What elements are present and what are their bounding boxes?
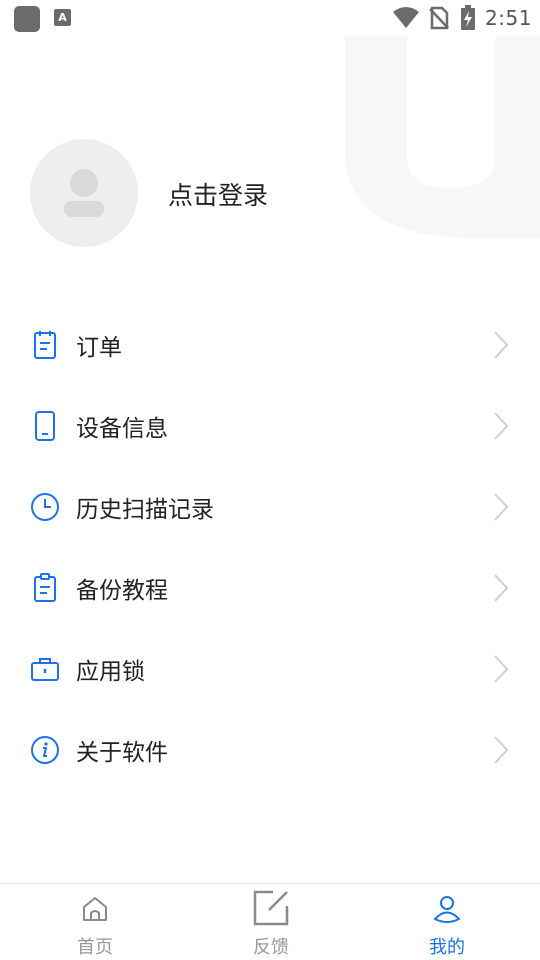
avatar[interactable]: [30, 139, 138, 247]
menu-item-label: 备份教程: [76, 578, 168, 604]
menu-item-label: 订单: [76, 335, 122, 361]
menu-item-scan-history[interactable]: 历史扫描记录: [0, 466, 540, 547]
login-link[interactable]: 点击登录: [168, 176, 268, 212]
chevron-right-icon: [494, 412, 509, 440]
tab-label: 反馈: [253, 937, 289, 958]
menu-item-label: 历史扫描记录: [76, 497, 214, 523]
briefcase-icon: [31, 658, 59, 681]
info-icon: [31, 736, 59, 764]
wifi-icon: [393, 7, 419, 28]
chevron-right-icon: [494, 736, 509, 764]
chevron-right-icon: [494, 574, 509, 602]
menu-item-app-lock[interactable]: 应用锁: [0, 628, 540, 709]
tab-home[interactable]: 首页: [35, 884, 155, 960]
clock-icon: [31, 493, 59, 521]
menu-item-label: 应用锁: [76, 659, 145, 685]
background-watermark: [345, 36, 540, 238]
app-notification-icon: [14, 6, 40, 32]
chevron-right-icon: [494, 493, 509, 521]
chevron-right-icon: [494, 655, 509, 683]
order-icon: [34, 331, 56, 359]
keyboard-notification-icon: A: [54, 9, 71, 26]
tab-label: 我的: [429, 937, 465, 958]
chevron-right-icon: [494, 331, 509, 359]
device-icon: [35, 411, 55, 441]
edit-icon: [253, 890, 289, 926]
menu-item-device-info[interactable]: 设备信息: [0, 385, 540, 466]
status-bar: A 2:51: [0, 0, 540, 36]
status-time: 2:51: [485, 6, 532, 30]
menu-item-orders[interactable]: 订单: [0, 304, 540, 385]
bottom-nav: 首页 反馈 我的: [0, 883, 540, 960]
tab-label: 首页: [77, 937, 113, 958]
clipboard-icon: [34, 573, 56, 602]
menu-item-label: 设备信息: [76, 416, 168, 442]
user-icon: [434, 896, 460, 923]
user-placeholder-icon: [64, 169, 104, 217]
tab-profile[interactable]: 我的: [387, 884, 507, 960]
battery-charging-icon: [461, 5, 475, 30]
settings-menu: 订单 设备信息 历史扫描记录 备份教程 应用锁 关于软件: [0, 304, 540, 790]
menu-item-backup-tutorial[interactable]: 备份教程: [0, 547, 540, 628]
tab-feedback[interactable]: 反馈: [211, 884, 331, 960]
menu-item-about[interactable]: 关于软件: [0, 709, 540, 790]
no-sim-icon: [429, 6, 449, 30]
menu-item-label: 关于软件: [76, 740, 168, 766]
home-icon: [83, 897, 107, 921]
